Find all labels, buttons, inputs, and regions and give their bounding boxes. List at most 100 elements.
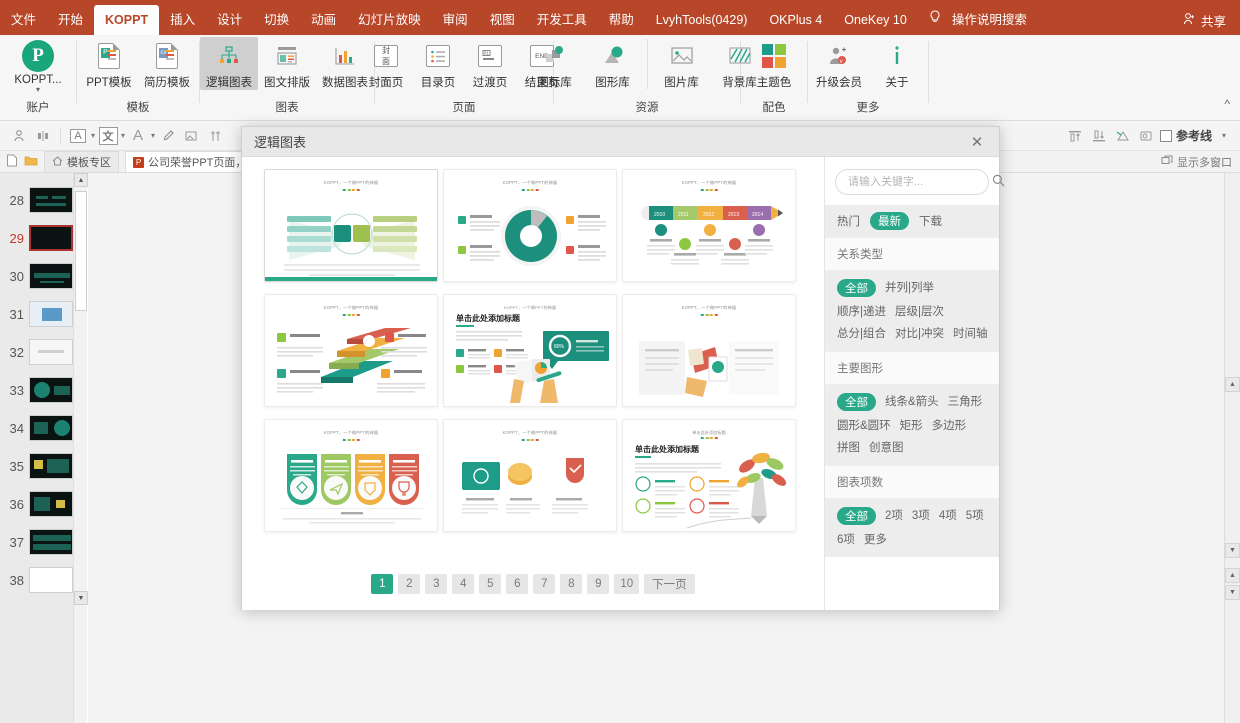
menu-item-slideshow[interactable]: 幻灯片放映: [347, 5, 432, 35]
collapse-ribbon-button[interactable]: ^: [1224, 97, 1230, 111]
ribbon-button-cover-page[interactable]: 封面 封面页: [360, 37, 412, 90]
filter-chip-creative[interactable]: 创意图: [869, 439, 904, 455]
page-button-9[interactable]: 9: [587, 574, 610, 594]
page-button-2[interactable]: 2: [398, 574, 421, 594]
slide-thumbnail[interactable]: [29, 567, 73, 593]
ribbon-button-resume-template[interactable]: cv 简历模板: [138, 37, 196, 90]
next-slide-icon[interactable]: ▼: [1225, 585, 1240, 600]
filter-chip-count-3[interactable]: 3项: [912, 507, 930, 525]
ribbon-button-logic-chart[interactable]: 逻辑图表: [200, 37, 258, 90]
ribbon-button-text-image-layout[interactable]: 图文排版: [258, 37, 316, 90]
filter-chip-contrast[interactable]: 对比|冲突: [895, 325, 944, 341]
slide-thumbnail[interactable]: [29, 529, 73, 555]
search-box[interactable]: [835, 169, 1005, 195]
template-card-pencil-timeline[interactable]: KOPPT，一个做PPT的神器 2010 2011 2012 2013 2014: [622, 169, 796, 282]
menu-item-design[interactable]: 设计: [206, 5, 253, 35]
slide-thumbnail[interactable]: [29, 453, 73, 479]
page-button-5[interactable]: 5: [479, 574, 502, 594]
page-button-8[interactable]: 8: [560, 574, 583, 594]
screenshot-icon[interactable]: [1136, 125, 1158, 147]
tell-me-search[interactable]: 操作说明搜索: [918, 5, 1038, 35]
template-card-hands-chart-callout[interactable]: KOPPT，一个做PPT的神器 单击此处添加标题 80%: [443, 294, 617, 407]
search-icon[interactable]: [992, 174, 1005, 190]
previous-slide-icon[interactable]: ▲: [1225, 568, 1240, 583]
page-button-6[interactable]: 6: [506, 574, 529, 594]
filter-chip-circle-ring[interactable]: 圆形&圆环: [837, 417, 891, 433]
template-card-pencil-tree[interactable]: 单击此处添加标题 单击此处添加标题: [622, 419, 796, 532]
menu-item-help[interactable]: 帮助: [598, 5, 645, 35]
search-input[interactable]: [846, 175, 992, 189]
page-button-3[interactable]: 3: [425, 574, 448, 594]
template-card-stairs-three-layer[interactable]: KOPPT，一个做PPT的神器: [264, 294, 438, 407]
filter-chip-total-parts[interactable]: 总分|组合: [837, 325, 886, 341]
menu-item-transitions[interactable]: 切换: [253, 5, 300, 35]
right-scrollbar[interactable]: ▲ ▼ ▲ ▼: [1224, 173, 1240, 723]
share-button[interactable]: 共享: [1183, 5, 1240, 35]
menu-item-developer[interactable]: 开发工具: [526, 5, 598, 35]
slide-thumbnail[interactable]: [29, 377, 73, 403]
filter-chip-puzzle[interactable]: 拼图: [837, 439, 860, 455]
ribbon-button-koppt-account[interactable]: P KOPPT... ▾: [9, 37, 67, 94]
chevron-down-icon[interactable]: ▾: [121, 131, 125, 140]
align-distribute-icon[interactable]: [32, 125, 54, 147]
page-button-7[interactable]: 7: [533, 574, 556, 594]
multiwindow-toggle[interactable]: 显示多窗口: [1161, 154, 1240, 170]
sort-option-hot[interactable]: 热门: [837, 213, 860, 229]
sort-option-downloads[interactable]: 下载: [919, 213, 942, 229]
filter-chip-count-6[interactable]: 6项: [837, 531, 855, 547]
ribbon-button-theme-color[interactable]: 主题色: [745, 37, 803, 90]
menu-item-home[interactable]: 开始: [47, 5, 94, 35]
scroll-down-icon[interactable]: ▼: [74, 591, 88, 605]
page-button-4[interactable]: 4: [452, 574, 475, 594]
text-box-button[interactable]: A: [67, 125, 89, 147]
open-folder-icon[interactable]: [24, 154, 38, 170]
scroll-down-icon[interactable]: ▼: [1225, 543, 1240, 558]
template-card-mind-map-two-sided[interactable]: KOPPT，一个做PPT的神器: [264, 169, 438, 282]
menu-item-koppt[interactable]: KOPPT: [94, 5, 160, 35]
slide-thumbnail[interactable]: [29, 339, 73, 365]
menu-item-file[interactable]: 文件: [0, 5, 47, 35]
tab-template-zone[interactable]: 模板专区: [44, 151, 119, 172]
template-card-four-banner-icons[interactable]: KOPPT，一个做PPT的神器: [264, 419, 438, 532]
chevron-down-icon[interactable]: ▾: [151, 131, 155, 140]
chevron-down-icon[interactable]: ▾: [36, 86, 40, 94]
scroll-up-icon[interactable]: ▲: [74, 173, 88, 187]
eyedropper-icon[interactable]: [157, 125, 179, 147]
menu-item-insert[interactable]: 插入: [159, 5, 206, 35]
align-bottom-icon[interactable]: [1088, 125, 1110, 147]
slide-thumbnail[interactable]: [29, 187, 73, 213]
filter-chip-count-5[interactable]: 5项: [966, 507, 984, 525]
ribbon-button-shape-library[interactable]: 图形库: [584, 37, 642, 90]
filter-chip-sequence[interactable]: 顺序|递进: [837, 303, 886, 319]
filter-chip-polygon[interactable]: 多边形: [932, 417, 967, 433]
sort-option-newest[interactable]: 最新: [870, 212, 909, 230]
filter-chip-count-2[interactable]: 2项: [885, 507, 903, 525]
chevron-down-icon[interactable]: ▾: [1222, 131, 1226, 140]
slide-pane-scrollbar[interactable]: ▲ ▼: [73, 173, 88, 723]
menu-item-onekey[interactable]: OneKey 10: [833, 5, 918, 35]
font-size-button[interactable]: A: [127, 125, 149, 147]
shape-merge-icon[interactable]: [1112, 125, 1134, 147]
filter-chip-count-4[interactable]: 4项: [939, 507, 957, 525]
slide-thumbnail[interactable]: [29, 491, 73, 517]
chinese-char-button[interactable]: 文: [97, 125, 119, 147]
ribbon-button-ppt-template[interactable]: P PPT模板: [80, 37, 138, 90]
page-button-1[interactable]: 1: [371, 574, 394, 594]
template-card-coins-shield-cards[interactable]: KOPPT，一个做PPT的神器: [443, 419, 617, 532]
filter-chip-parallel[interactable]: 并列|列举: [885, 279, 934, 297]
filter-chip-count-all[interactable]: 全部: [837, 507, 876, 525]
filter-chip-hierarchy[interactable]: 层级|层次: [895, 303, 944, 319]
ribbon-button-upgrade-member[interactable]: v 升级会员: [810, 37, 868, 90]
align-top-icon[interactable]: [1064, 125, 1086, 147]
slide-thumbnail[interactable]: [29, 225, 73, 251]
menu-item-review[interactable]: 审阅: [432, 5, 479, 35]
filter-chip-timeline[interactable]: 时间轴: [953, 325, 988, 341]
ribbon-button-icon-library[interactable]: 图标库: [526, 37, 584, 90]
slide-thumbnail[interactable]: [29, 415, 73, 441]
ribbon-button-about[interactable]: 关于: [868, 37, 926, 90]
new-file-icon[interactable]: [6, 154, 18, 170]
ribbon-button-transition-page[interactable]: 01 过渡页: [464, 37, 516, 90]
filter-chip-all[interactable]: 全部: [837, 279, 876, 297]
template-card-donut-four-items[interactable]: KOPPT，一个做PPT的神器: [443, 169, 617, 282]
picture-swap-icon[interactable]: [181, 125, 203, 147]
